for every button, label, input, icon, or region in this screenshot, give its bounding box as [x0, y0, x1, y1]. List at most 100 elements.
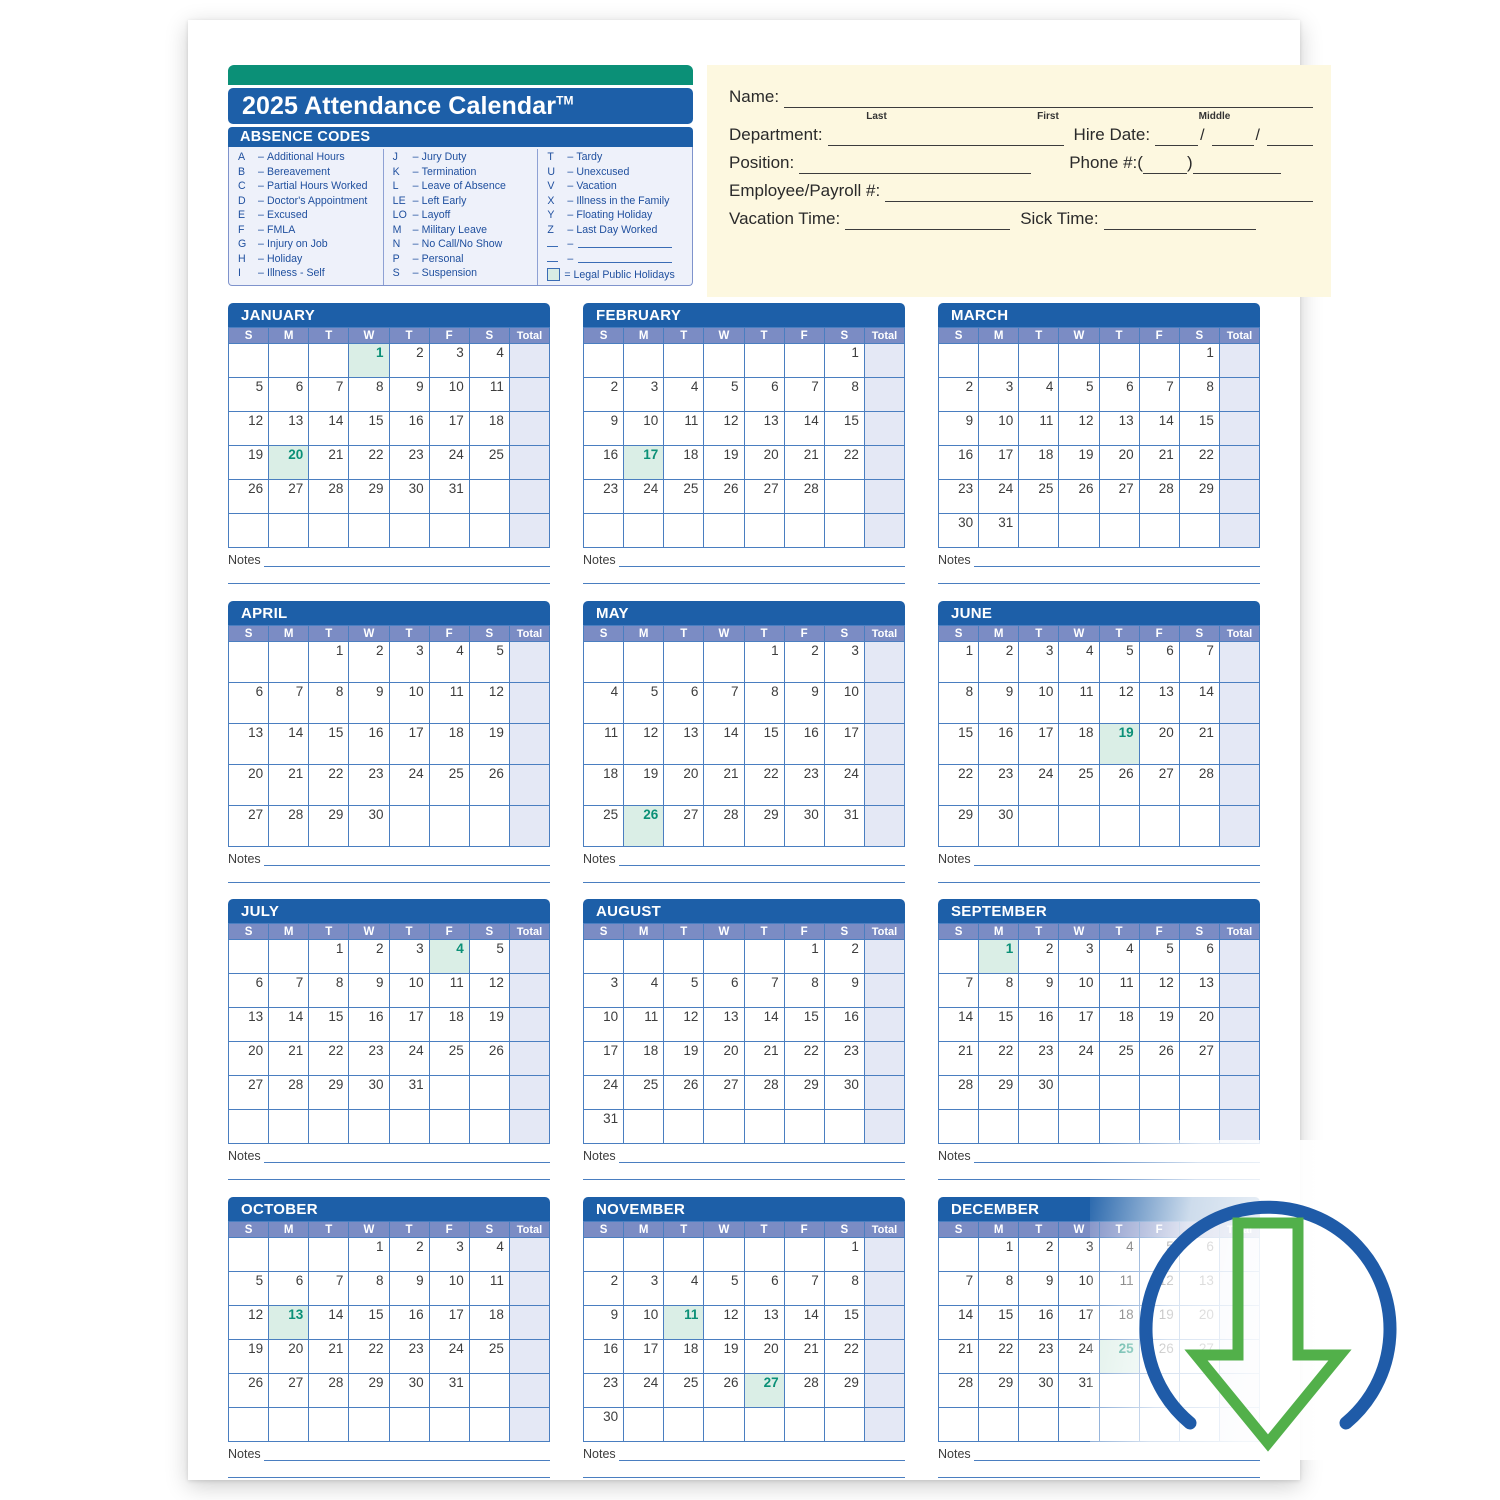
day-cell[interactable]: 29 [823, 1373, 865, 1408]
total-cell[interactable] [508, 939, 551, 974]
day-cell[interactable]: 13 [743, 1305, 785, 1340]
day-cell[interactable]: 26 [1058, 479, 1100, 514]
total-cell[interactable] [1218, 723, 1261, 765]
day-cell[interactable]: 11 [582, 723, 625, 765]
day-cell[interactable]: 19 [227, 1339, 270, 1374]
day-cell[interactable]: 15 [348, 1305, 390, 1340]
day-cell[interactable]: 27 [743, 479, 785, 514]
day-cell[interactable] [348, 1109, 390, 1144]
day-cell[interactable] [1138, 343, 1180, 378]
day-cell[interactable]: 16 [348, 1007, 390, 1042]
day-cell[interactable]: 26 [227, 479, 270, 514]
notes-input-line-1[interactable] [618, 852, 905, 866]
day-cell[interactable]: 31 [978, 513, 1020, 548]
day-cell[interactable]: 11 [1058, 682, 1100, 724]
notes-input-line-2[interactable] [228, 1163, 550, 1180]
day-cell[interactable]: 12 [623, 723, 665, 765]
day-cell[interactable] [823, 479, 865, 514]
day-cell[interactable]: 18 [1098, 1305, 1140, 1340]
day-cell[interactable]: 11 [623, 1007, 665, 1042]
day-cell[interactable]: 29 [978, 1373, 1020, 1408]
day-cell[interactable] [978, 1109, 1020, 1144]
day-cell[interactable]: 31 [823, 805, 865, 847]
day-cell[interactable] [1018, 513, 1060, 548]
total-cell[interactable] [508, 1339, 551, 1374]
day-cell[interactable]: 18 [663, 1339, 705, 1374]
day-cell[interactable]: 26 [1138, 1339, 1180, 1374]
day-cell[interactable]: 30 [348, 805, 390, 847]
day-cell[interactable] [1058, 1075, 1100, 1110]
day-cell[interactable]: 1 [743, 641, 785, 683]
notes-input-line-1[interactable] [973, 1447, 1260, 1461]
day-cell[interactable] [428, 513, 470, 548]
total-cell[interactable] [863, 1237, 906, 1272]
notes-input-line-2[interactable] [938, 1461, 1260, 1478]
day-cell-holiday[interactable]: 1 [978, 939, 1020, 974]
day-cell[interactable] [1138, 1109, 1180, 1144]
day-cell[interactable]: 27 [703, 1075, 745, 1110]
day-cell[interactable]: 16 [823, 1007, 865, 1042]
day-cell[interactable] [468, 1407, 510, 1442]
day-cell[interactable]: 5 [468, 641, 510, 683]
day-cell[interactable]: 25 [468, 445, 510, 480]
day-cell[interactable]: 21 [268, 764, 310, 806]
day-cell[interactable] [388, 513, 430, 548]
day-cell[interactable]: 20 [1138, 723, 1180, 765]
day-cell[interactable]: 15 [823, 411, 865, 446]
total-cell[interactable] [508, 1237, 551, 1272]
total-cell[interactable] [508, 805, 551, 847]
day-cell[interactable]: 28 [308, 479, 350, 514]
total-cell[interactable] [508, 445, 551, 480]
day-cell[interactable] [227, 641, 270, 683]
day-cell[interactable] [388, 805, 430, 847]
day-cell[interactable]: 29 [743, 805, 785, 847]
day-cell[interactable]: 7 [743, 973, 785, 1008]
sick-time-input[interactable] [1103, 211, 1256, 230]
day-cell[interactable]: 7 [1178, 641, 1220, 683]
day-cell[interactable] [783, 1109, 825, 1144]
day-cell[interactable]: 30 [783, 805, 825, 847]
day-cell[interactable]: 12 [468, 682, 510, 724]
total-cell[interactable] [1218, 513, 1261, 548]
day-cell[interactable]: 11 [1018, 411, 1060, 446]
day-cell[interactable] [663, 1109, 705, 1144]
day-cell[interactable]: 8 [978, 973, 1020, 1008]
total-cell[interactable] [863, 1041, 906, 1076]
day-cell[interactable]: 18 [663, 445, 705, 480]
day-cell[interactable]: 7 [703, 682, 745, 724]
day-cell[interactable]: 3 [623, 1271, 665, 1306]
day-cell[interactable]: 23 [823, 1041, 865, 1076]
day-cell[interactable]: 13 [1138, 682, 1180, 724]
notes-input-line-1[interactable] [263, 1149, 550, 1163]
day-cell[interactable]: 13 [743, 411, 785, 446]
day-cell[interactable]: 7 [1138, 377, 1180, 412]
day-cell[interactable]: 19 [663, 1041, 705, 1076]
day-cell-holiday[interactable]: 13 [268, 1305, 310, 1340]
day-cell[interactable]: 28 [308, 1373, 350, 1408]
day-cell[interactable]: 17 [823, 723, 865, 765]
day-cell[interactable]: 18 [428, 1007, 470, 1042]
day-cell[interactable]: 28 [268, 805, 310, 847]
day-cell[interactable] [623, 343, 665, 378]
day-cell[interactable]: 1 [308, 939, 350, 974]
notes-input-line-2[interactable] [938, 866, 1260, 883]
day-cell[interactable] [428, 1075, 470, 1110]
notes-input-line-2[interactable] [228, 1461, 550, 1478]
day-cell[interactable]: 7 [937, 973, 980, 1008]
day-cell[interactable]: 10 [1058, 1271, 1100, 1306]
day-cell[interactable]: 2 [388, 1237, 430, 1272]
day-cell[interactable] [268, 1109, 310, 1144]
total-cell[interactable] [1218, 343, 1261, 378]
day-cell[interactable]: 30 [388, 1373, 430, 1408]
day-cell[interactable]: 23 [582, 479, 625, 514]
day-cell[interactable]: 13 [227, 1007, 270, 1042]
day-cell[interactable] [308, 1237, 350, 1272]
day-cell[interactable]: 26 [1138, 1041, 1180, 1076]
day-cell[interactable]: 25 [1018, 479, 1060, 514]
total-cell[interactable] [863, 973, 906, 1008]
day-cell[interactable]: 29 [308, 805, 350, 847]
day-cell[interactable]: 14 [1178, 682, 1220, 724]
day-cell[interactable]: 17 [1058, 1305, 1100, 1340]
day-cell[interactable]: 12 [1138, 1271, 1180, 1306]
day-cell[interactable]: 24 [1058, 1041, 1100, 1076]
